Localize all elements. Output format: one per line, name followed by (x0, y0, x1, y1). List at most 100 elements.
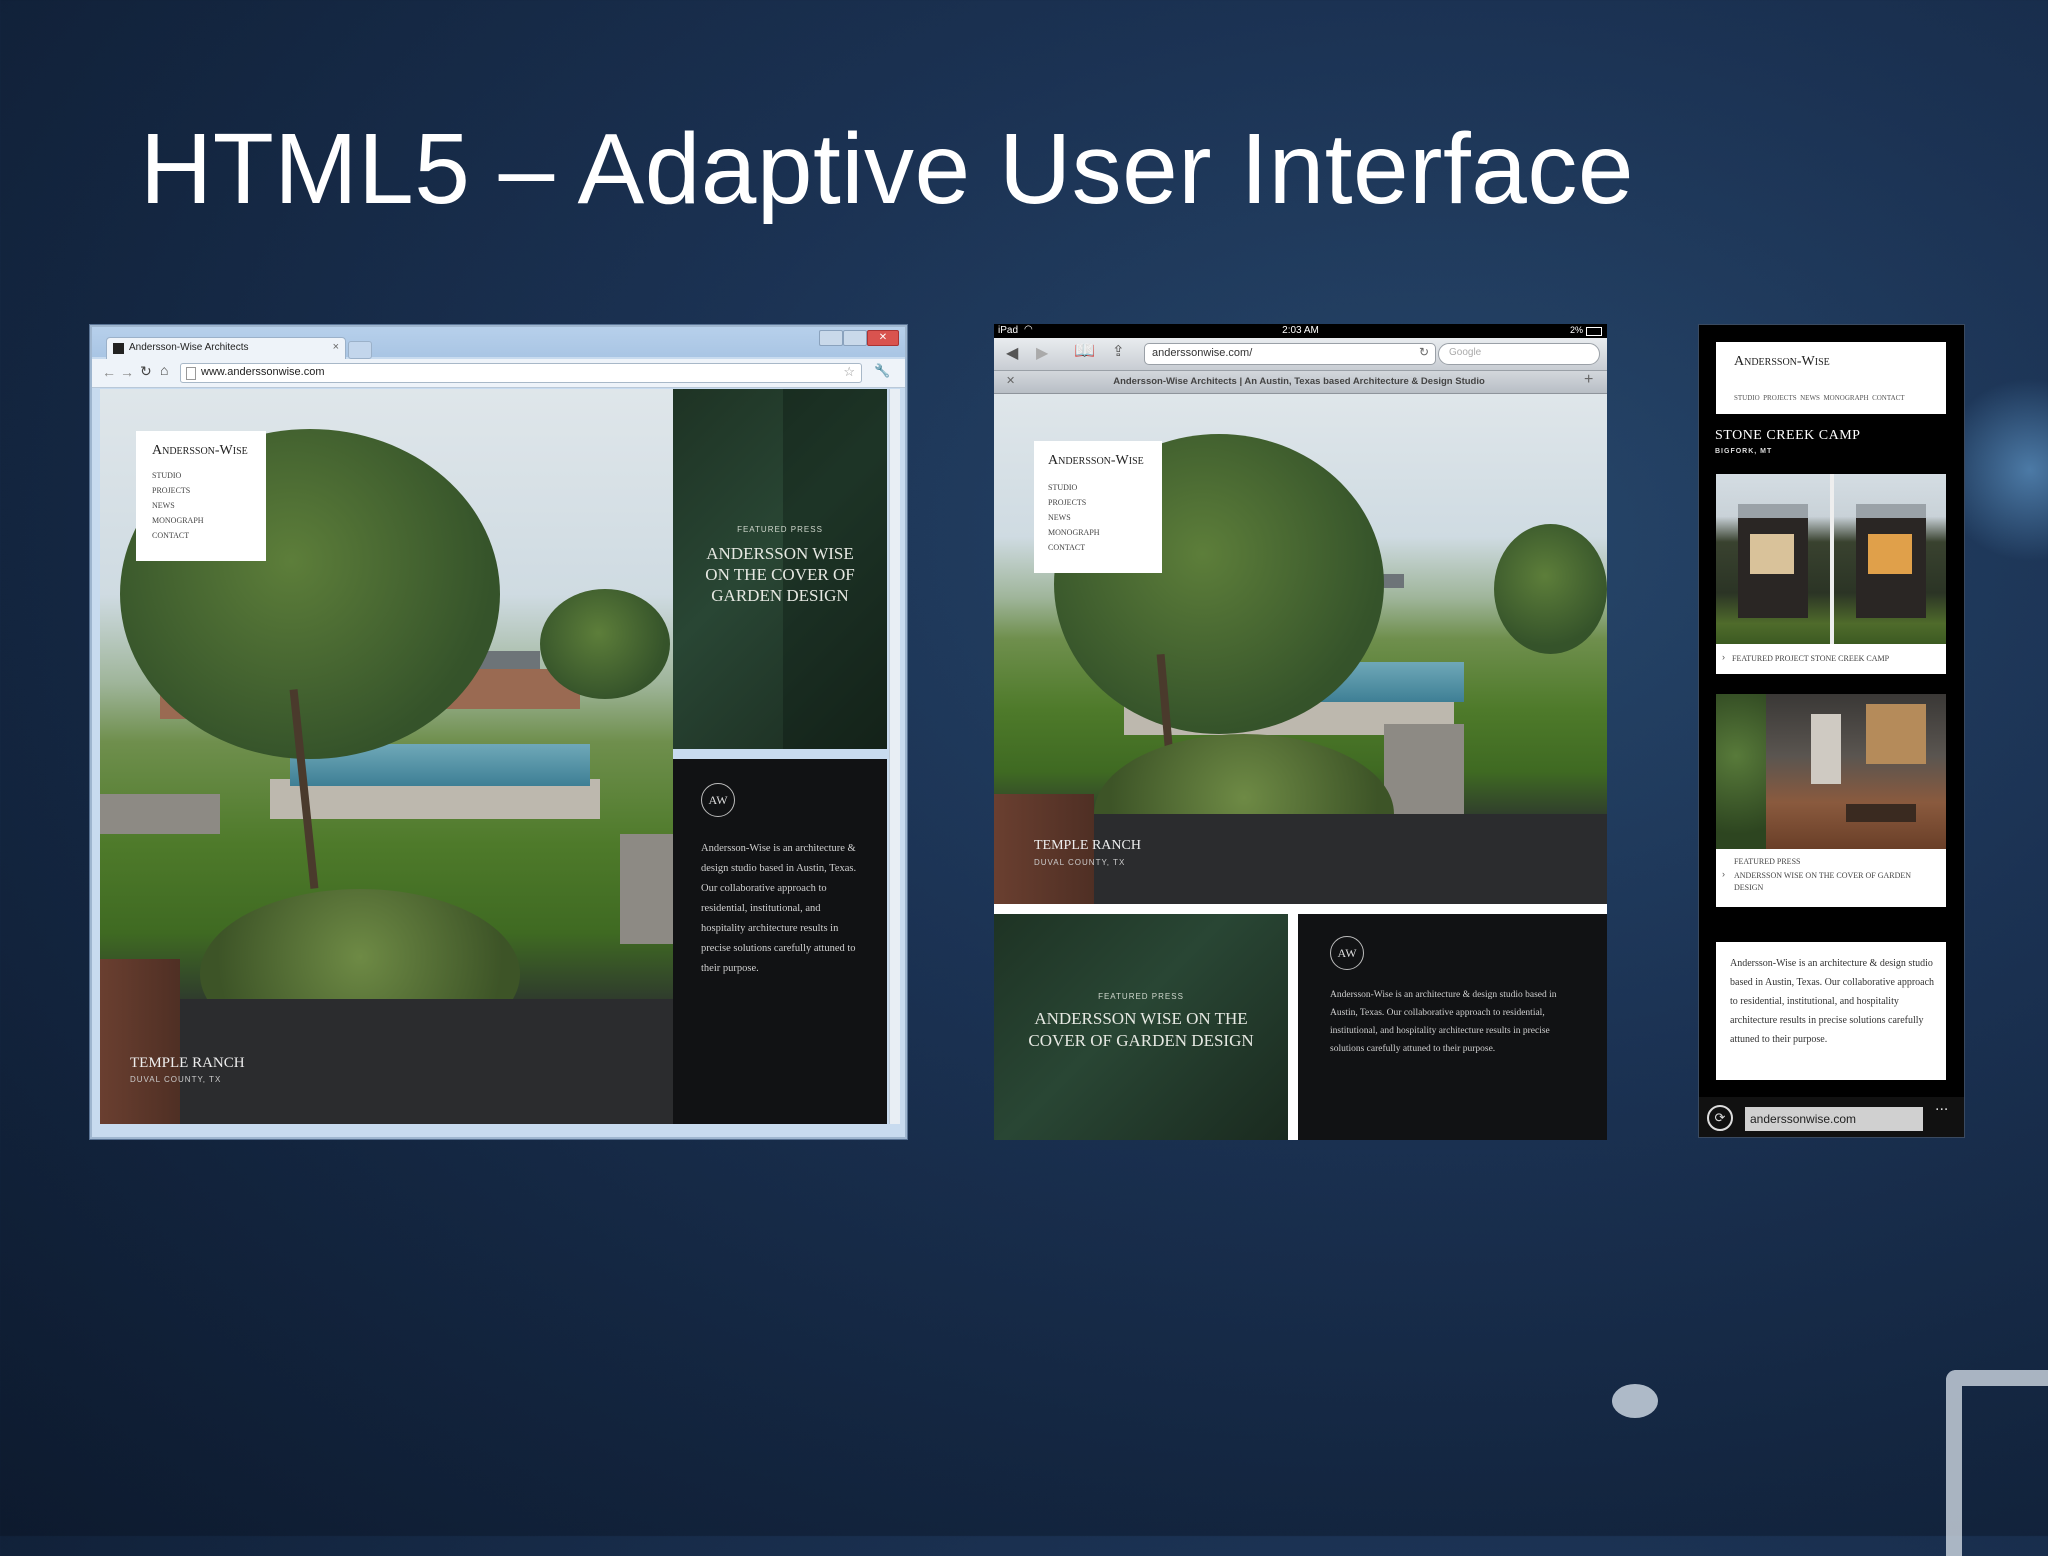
phone-project-location: BIGFORK, MT (1715, 448, 1773, 455)
chevron-right-icon: › (1722, 869, 1725, 879)
tablet-press-headline: ANDERSSON WISE ON THE COVER OF GARDEN DE… (1028, 1009, 1254, 1050)
phone-header-card: Andersson-Wise STUDIO PROJECTS NEWS MONO… (1716, 342, 1946, 414)
phone-screen: Andersson-Wise STUDIO PROJECTS NEWS MONO… (1698, 324, 1965, 1138)
favicon-icon (113, 343, 124, 354)
background-glow (1960, 360, 2048, 580)
tab-close-icon[interactable]: × (333, 341, 339, 353)
tablet-aw-badge: AW (1330, 936, 1364, 970)
desktop-scrollbar[interactable] (889, 389, 900, 1124)
desktop-nav-card: Andersson-Wise STUDIO PROJECTS NEWS MONO… (136, 431, 266, 561)
tablet-about-text: Andersson-Wise is an architecture & desi… (1330, 990, 1557, 1054)
reload-icon[interactable]: ↻ (140, 363, 152, 380)
tablet-address-bar[interactable]: anderssonwise.com/ ↻ (1144, 343, 1436, 365)
back-arrow-icon[interactable]: ◀ (1006, 343, 1018, 363)
phone-about-text: Andersson-Wise is an architecture & desi… (1730, 958, 1935, 1045)
tablet-nav-card: Andersson-Wise STUDIO PROJECTS NEWS MONO… (1034, 441, 1162, 573)
bookmarks-icon[interactable]: 📖 (1074, 341, 1095, 361)
interior-window (1866, 704, 1926, 764)
tablet-panel-divider (994, 904, 1607, 914)
close-tab-icon[interactable]: ✕ (1006, 374, 1015, 387)
back-arrow-icon[interactable]: ← (102, 364, 116, 380)
desktop-about-text: Andersson-Wise is an architecture & desi… (701, 843, 857, 974)
phone-press-headline: ANDERSSON WISE ON THE COVER OF GARDEN DE… (1734, 871, 1912, 892)
tablet-press-kicker: FEATURED PRESS (1098, 992, 1184, 1001)
phone-logo[interactable]: Andersson-Wise (1734, 354, 1830, 370)
phone-featured-project-text: FEATURED PROJECT STONE CREEK CAMP (1732, 654, 1890, 663)
tablet-search-placeholder: Google (1449, 347, 1482, 358)
wrench-icon[interactable]: 🔧 (874, 363, 890, 379)
star-icon[interactable]: ☆ (843, 364, 855, 380)
desktop-nav-news[interactable]: NEWS (152, 501, 175, 510)
interior-greenery (1716, 694, 1766, 849)
desktop-tab-title: Andersson-Wise Architects (129, 342, 249, 353)
desktop-browser-window: Andersson-Wise Architects × ✕ ← → ↻ ⌂ ww… (90, 325, 907, 1139)
phone-press-kicker: FEATURED PRESS (1734, 857, 1801, 866)
desktop-toolbar: ← → ↻ ⌂ www.anderssonwise.com ☆ 🔧 (92, 359, 905, 388)
share-icon[interactable]: ⇪ (1112, 342, 1125, 360)
minimize-button[interactable] (819, 330, 843, 346)
desktop-logo[interactable]: Andersson-Wise (152, 443, 248, 459)
tablet-search-field[interactable]: Google (1438, 343, 1600, 365)
background-dot (1612, 1384, 1658, 1418)
desktop-nav-contact[interactable]: CONTACT (152, 531, 189, 540)
desktop-address-text: www.anderssonwise.com (201, 366, 325, 378)
tablet-screen: iPad ◠ 2:03 AM 2% ◀ ▶ 📖 ⇪ anderssonwise.… (994, 324, 1607, 1140)
phone-press-bar[interactable]: › FEATURED PRESS ANDERSSON WISE ON THE C… (1716, 849, 1946, 907)
phone-project-title: STONE CREEK CAMP (1715, 428, 1861, 443)
phone-about-card: Andersson-Wise is an architecture & desi… (1716, 942, 1946, 1080)
desktop-press-kicker: FEATURED PRESS (737, 525, 823, 534)
tablet-nav-projects[interactable]: PROJECTS (1048, 498, 1086, 507)
tablet-address-text: anderssonwise.com/ (1152, 347, 1253, 359)
chevron-right-icon: › (1722, 652, 1725, 662)
desktop-address-bar[interactable]: www.anderssonwise.com ☆ (180, 363, 862, 383)
more-options-icon[interactable]: ... (1935, 1097, 1948, 1115)
phone-featured-project-bar[interactable]: › FEATURED PROJECT STONE CREEK CAMP (1716, 644, 1946, 674)
new-tab-icon[interactable]: + (1584, 371, 1593, 389)
tablet-logo[interactable]: Andersson-Wise (1048, 453, 1144, 469)
desktop-press-panel[interactable]: FEATURED PRESS ANDERSSON WISE ON THE COV… (673, 389, 887, 749)
photo-split (1830, 474, 1834, 644)
background-frame-shape (1946, 1370, 2048, 1556)
desktop-caption-title: TEMPLE RANCH (130, 1055, 245, 1071)
tablet-toolbar: ◀ ▶ 📖 ⇪ anderssonwise.com/ ↻ Google (994, 338, 1607, 371)
tablet-page-title: Andersson-Wise Architects | An Austin, T… (1113, 376, 1485, 387)
tablet-status-battery: 2% (1570, 325, 1584, 335)
phone-address-text: anderssonwise.com (1750, 1112, 1857, 1126)
desktop-caption-subtitle: DUVAL COUNTY, TX (130, 1075, 222, 1084)
battery-icon (1586, 327, 1602, 336)
page-icon (186, 367, 196, 380)
phone-address-bar[interactable]: anderssonwise.com (1745, 1107, 1923, 1131)
desktop-nav-monograph[interactable]: MONOGRAPH (152, 516, 204, 525)
tablet-press-panel[interactable]: FEATURED PRESS ANDERSSON WISE ON THE COV… (994, 914, 1288, 1140)
tablet-nav-monograph[interactable]: MONOGRAPH (1048, 528, 1100, 537)
phone-press-photo[interactable] (1716, 694, 1946, 849)
phone-project-photo[interactable] (1716, 474, 1946, 644)
desktop-press-headline: ANDERSSON WISE ON THE COVER OF GARDEN DE… (705, 544, 855, 605)
cabin-left-window (1750, 534, 1794, 574)
desktop-tab[interactable]: Andersson-Wise Architects × (106, 337, 346, 360)
tablet-nav-contact[interactable]: CONTACT (1048, 543, 1085, 552)
cabin-right-window (1868, 534, 1912, 574)
tablet-about-panel: AW Andersson-Wise is an architecture & d… (1298, 914, 1607, 1140)
tablet-caption-subtitle: DUVAL COUNTY, TX (1034, 858, 1126, 867)
maximize-button[interactable] (843, 330, 867, 346)
tablet-caption-title: TEMPLE RANCH (1034, 838, 1141, 853)
desktop-about-panel: AW Andersson-Wise is an architecture & d… (673, 759, 887, 1124)
home-icon[interactable]: ⌂ (160, 362, 168, 378)
reload-icon[interactable]: ↻ (1419, 345, 1429, 359)
tablet-title-bar: ✕ Andersson-Wise Architects | An Austin,… (994, 371, 1607, 394)
phone-nav[interactable]: STUDIO PROJECTS NEWS MONOGRAPH CONTACT (1734, 394, 1905, 402)
forward-arrow-icon[interactable]: → (120, 364, 134, 380)
refresh-icon[interactable]: ⟳ (1707, 1105, 1733, 1131)
close-window-button[interactable]: ✕ (867, 330, 899, 346)
new-tab-button[interactable] (348, 341, 372, 359)
desktop-nav-studio[interactable]: STUDIO (152, 471, 181, 480)
desktop-nav-projects[interactable]: PROJECTS (152, 486, 190, 495)
forward-arrow-icon[interactable]: ▶ (1036, 343, 1048, 363)
tablet-nav-studio[interactable]: STUDIO (1048, 483, 1077, 492)
tablet-status-time: 2:03 AM (1282, 325, 1319, 336)
interior-bench (1846, 804, 1916, 822)
tablet-panel-gap (1288, 914, 1298, 1140)
desktop-aw-badge: AW (701, 783, 735, 817)
tablet-nav-news[interactable]: NEWS (1048, 513, 1071, 522)
